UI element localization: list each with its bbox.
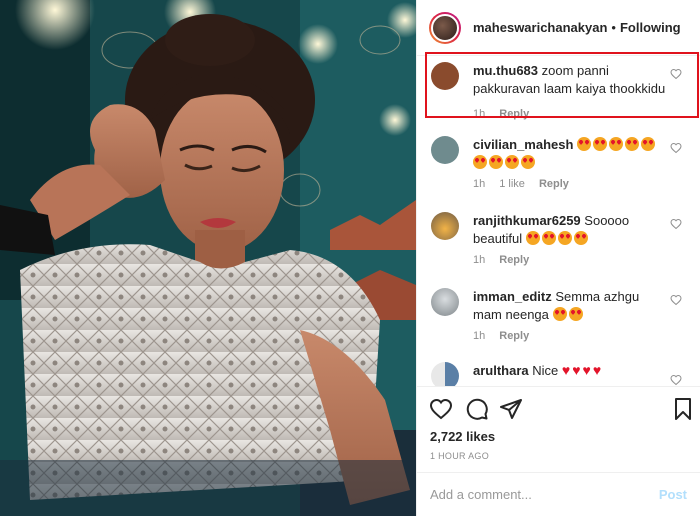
heart-eyes-emoji-icon xyxy=(525,231,540,245)
comment-username[interactable]: ranjithkumar6259 xyxy=(473,213,581,228)
author-username[interactable]: maheswarichanakyan xyxy=(473,20,607,35)
comment-username[interactable]: mu.thu683 xyxy=(473,63,538,78)
red-heart-emoji-icon: ♥ xyxy=(592,362,602,378)
comment-time: 1h xyxy=(473,254,486,266)
comment-username[interactable]: imman_editz xyxy=(473,289,552,304)
heart-eyes-emoji-icon xyxy=(541,231,556,245)
heart-eyes-emoji-icon xyxy=(573,231,588,245)
comment-bubble-icon[interactable] xyxy=(465,397,489,421)
comments-list[interactable]: mu.thu683 zoom panni pakkuravan laam kai… xyxy=(417,56,700,386)
post-photo-image xyxy=(0,0,416,516)
comment-meta: 1h Reply xyxy=(473,330,543,342)
comment-body: arulthara Nice ♥ ♥ ♥ ♥ xyxy=(473,362,669,380)
post-sidebar: maheswarichanakyan • Following mu.thu683… xyxy=(416,0,700,516)
red-heart-emoji-icon: ♥ xyxy=(582,362,591,378)
comment-body: imman_editz Semma azhgu mam neenga xyxy=(473,288,669,324)
comment-avatar[interactable] xyxy=(431,212,459,240)
comment-avatar[interactable] xyxy=(431,362,459,386)
heart-eyes-emoji-icon xyxy=(521,155,535,169)
comment-likes[interactable]: 1 like xyxy=(499,178,525,190)
reply-button[interactable]: Reply xyxy=(499,330,529,342)
add-comment-bar: Add a comment... Post xyxy=(417,472,700,516)
comment-meta: 1h Reply xyxy=(473,254,543,266)
reply-button[interactable]: Reply xyxy=(499,254,529,266)
heart-eyes-emoji-icon xyxy=(577,137,592,151)
reply-button[interactable]: Reply xyxy=(499,108,529,120)
heart-eyes-emoji-icon xyxy=(568,307,583,321)
following-button[interactable]: Following xyxy=(620,20,681,35)
reply-button[interactable]: Reply xyxy=(539,178,569,190)
heart-eyes-emoji-icon xyxy=(557,231,572,245)
comment-avatar[interactable] xyxy=(431,136,459,164)
comment-time: 1h xyxy=(473,330,486,342)
likes-count[interactable]: 2,722 likes xyxy=(430,429,495,444)
heart-eyes-emoji-icon xyxy=(609,137,624,151)
comment-like-icon[interactable] xyxy=(670,68,682,80)
heart-eyes-emoji-icon xyxy=(641,137,656,151)
comment-body: ranjithkumar6259 Sooooo beautiful xyxy=(473,212,669,248)
comment-username[interactable]: arulthara xyxy=(473,363,529,378)
comment-avatar[interactable] xyxy=(431,62,459,90)
post-time[interactable]: 1 HOUR AGO xyxy=(430,451,489,461)
post-header: maheswarichanakyan • Following xyxy=(417,0,700,56)
comment-like-icon[interactable] xyxy=(670,374,682,386)
comment-body: civilian_mahesh xyxy=(473,136,669,172)
post-comment-button[interactable]: Post xyxy=(659,487,687,502)
comment-like-icon[interactable] xyxy=(670,142,682,154)
comment-text: Nice xyxy=(532,363,559,378)
comment-time: 1h xyxy=(473,178,486,190)
heart-eyes-emoji-icon xyxy=(552,307,567,321)
comment-meta: 1h 1 like Reply xyxy=(473,178,583,190)
bookmark-icon[interactable] xyxy=(671,397,695,421)
comment-like-icon[interactable] xyxy=(670,218,682,230)
heart-eyes-emoji-icon xyxy=(473,155,487,169)
author-avatar[interactable] xyxy=(429,11,461,44)
comment-avatar[interactable] xyxy=(431,288,459,316)
heart-eyes-emoji-icon xyxy=(505,155,519,169)
red-heart-emoji-icon: ♥ xyxy=(572,362,581,378)
post-actions: 2,722 likes 1 HOUR AGO xyxy=(417,386,700,466)
comment-meta: 1h Reply xyxy=(473,108,543,120)
red-heart-emoji-icon: ♥ xyxy=(561,362,571,378)
paper-plane-icon[interactable] xyxy=(499,397,523,421)
add-comment-input[interactable]: Add a comment... xyxy=(430,487,532,502)
red-heart-emoji-row: ♥ ♥ ♥ ♥ xyxy=(562,363,603,378)
heart-eyes-emoji-row xyxy=(525,231,590,246)
heart-outline-icon[interactable] xyxy=(429,397,453,421)
comment-body: mu.thu683 zoom panni pakkuravan laam kai… xyxy=(473,62,669,98)
heart-eyes-emoji-icon xyxy=(593,137,608,151)
heart-eyes-emoji-row xyxy=(552,307,585,322)
header-separator: • xyxy=(611,20,616,35)
comment-username[interactable]: civilian_mahesh xyxy=(473,137,573,152)
comment-time: 1h xyxy=(473,108,486,120)
comment-like-icon[interactable] xyxy=(670,294,682,306)
heart-eyes-emoji-icon xyxy=(625,137,640,151)
post-photo[interactable] xyxy=(0,0,416,516)
heart-eyes-emoji-icon xyxy=(489,155,503,169)
